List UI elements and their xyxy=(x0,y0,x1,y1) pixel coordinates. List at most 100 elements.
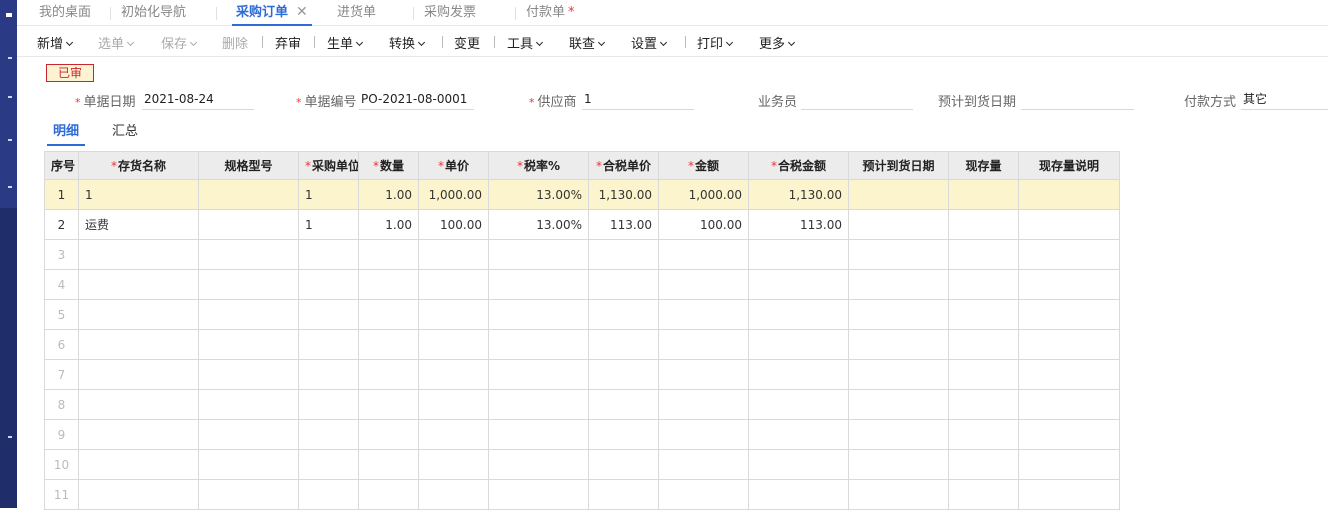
date-field[interactable]: 2021-08-24 xyxy=(142,88,254,110)
cell-price[interactable] xyxy=(418,479,489,510)
table-row[interactable]: 7 xyxy=(44,359,1120,390)
cell-qty[interactable] xyxy=(358,329,419,360)
cell-tax-price[interactable]: 1,130.00 xyxy=(588,179,659,210)
cell-unit[interactable] xyxy=(298,329,359,360)
change-button[interactable]: 变更 xyxy=(454,33,480,52)
cell-arrival[interactable] xyxy=(848,269,949,300)
col-header-unit[interactable]: *采购单位 xyxy=(298,151,359,180)
cell-name[interactable] xyxy=(78,239,199,270)
cell-tax-amount[interactable] xyxy=(748,269,849,300)
cell-stock[interactable] xyxy=(948,269,1019,300)
cell-unit[interactable] xyxy=(298,299,359,330)
new-button[interactable]: 新增 xyxy=(37,33,74,52)
supplier-field[interactable]: 1 xyxy=(582,88,694,110)
cell-tax-price[interactable] xyxy=(588,479,659,510)
cell-spec[interactable] xyxy=(198,419,299,450)
cell-spec[interactable] xyxy=(198,479,299,510)
table-row[interactable]: 2 运费 1 1.00 100.00 13.00% 113.00 100.00 113.00 xyxy=(44,209,1120,240)
sidebar-menu-strip[interactable] xyxy=(0,0,17,208)
cell-tax-rate[interactable]: 13.00% xyxy=(488,179,589,210)
col-header-tax-amount[interactable]: *合税金额 xyxy=(748,151,849,180)
cell-tax-price[interactable] xyxy=(588,359,659,390)
cell-arrival[interactable] xyxy=(848,479,949,510)
cell-tax-amount[interactable] xyxy=(748,389,849,420)
cell-amount[interactable] xyxy=(658,419,749,450)
cell-tax-rate[interactable] xyxy=(488,269,589,300)
cell-arrival[interactable] xyxy=(848,359,949,390)
link-query-button[interactable]: 联查 xyxy=(569,33,606,52)
cell-tax-amount[interactable] xyxy=(748,419,849,450)
cell-amount[interactable] xyxy=(658,299,749,330)
col-header-qty[interactable]: *数量 xyxy=(358,151,419,180)
cell-price[interactable]: 100.00 xyxy=(418,209,489,240)
cell-amount[interactable] xyxy=(658,239,749,270)
cell-stock-note[interactable] xyxy=(1018,179,1120,210)
salesman-field[interactable] xyxy=(801,88,913,110)
cell-stock[interactable] xyxy=(948,449,1019,480)
tab-receipt[interactable]: 进货单 xyxy=(337,0,376,26)
col-header-tax-rate[interactable]: *税率% xyxy=(488,151,589,180)
cell-tax-rate[interactable] xyxy=(488,419,589,450)
tab-payment[interactable]: 付款单 * xyxy=(526,0,575,26)
select-button[interactable]: 选单 xyxy=(98,33,135,52)
col-header-amount[interactable]: *金额 xyxy=(658,151,749,180)
tab-detail[interactable]: 明细 xyxy=(47,120,86,146)
cell-price[interactable] xyxy=(418,329,489,360)
payment-field[interactable]: 其它 xyxy=(1241,88,1328,110)
cell-tax-amount[interactable] xyxy=(748,479,849,510)
table-row[interactable]: 3 xyxy=(44,239,1120,270)
cell-arrival[interactable] xyxy=(848,209,949,240)
cell-tax-amount[interactable] xyxy=(748,239,849,270)
tools-button[interactable]: 工具 xyxy=(507,33,544,52)
cell-tax-price[interactable] xyxy=(588,389,659,420)
cell-name[interactable] xyxy=(78,359,199,390)
delete-button[interactable]: 删除 xyxy=(222,33,248,52)
cell-name[interactable] xyxy=(78,269,199,300)
cell-arrival[interactable] xyxy=(848,239,949,270)
tab-purchase-invoice[interactable]: 采购发票 xyxy=(424,0,476,26)
table-row[interactable]: 10 xyxy=(44,449,1120,480)
cell-name[interactable] xyxy=(78,329,199,360)
cell-price[interactable] xyxy=(418,299,489,330)
cell-amount[interactable]: 100.00 xyxy=(658,209,749,240)
cell-price[interactable] xyxy=(418,419,489,450)
cell-stock-note[interactable] xyxy=(1018,299,1120,330)
cell-tax-rate[interactable] xyxy=(488,479,589,510)
cell-stock-note[interactable] xyxy=(1018,419,1120,450)
col-header-spec[interactable]: 规格型号 xyxy=(198,151,299,180)
cell-stock-note[interactable] xyxy=(1018,359,1120,390)
cell-tax-rate[interactable]: 13.00% xyxy=(488,209,589,240)
sidebar-marker-icon[interactable] xyxy=(8,186,12,188)
cell-tax-rate[interactable] xyxy=(488,299,589,330)
cell-unit[interactable] xyxy=(298,269,359,300)
col-header-tax-price[interactable]: *合税单价 xyxy=(588,151,659,180)
cell-name[interactable]: 运费 xyxy=(78,209,199,240)
tab-purchase-order[interactable]: 采购订单 ✕ xyxy=(232,0,312,26)
number-field[interactable]: PO-2021-08-0001 xyxy=(359,88,474,110)
cell-arrival[interactable] xyxy=(848,329,949,360)
cell-unit[interactable] xyxy=(298,449,359,480)
cell-tax-amount[interactable] xyxy=(748,299,849,330)
table-row[interactable]: 9 xyxy=(44,419,1120,450)
cell-tax-amount[interactable] xyxy=(748,359,849,390)
col-header-price[interactable]: *单价 xyxy=(418,151,489,180)
cell-tax-rate[interactable] xyxy=(488,239,589,270)
table-row[interactable]: 1 1 1 1.00 1,000.00 13.00% 1,130.00 1,000.00 1,1… xyxy=(44,179,1120,210)
cell-stock-note[interactable] xyxy=(1018,389,1120,420)
cell-arrival[interactable] xyxy=(848,449,949,480)
table-row[interactable]: 6 xyxy=(44,329,1120,360)
more-button[interactable]: 更多 xyxy=(759,33,796,52)
cell-spec[interactable] xyxy=(198,389,299,420)
cell-tax-amount[interactable]: 1,130.00 xyxy=(748,179,849,210)
cell-name[interactable] xyxy=(78,389,199,420)
save-button[interactable]: 保存 xyxy=(161,33,198,52)
close-icon[interactable]: ✕ xyxy=(296,4,308,20)
convert-button[interactable]: 转换 xyxy=(389,33,426,52)
tab-desktop[interactable]: 我的桌面 xyxy=(39,0,91,26)
cell-name[interactable] xyxy=(78,479,199,510)
cell-tax-rate[interactable] xyxy=(488,329,589,360)
cell-spec[interactable] xyxy=(198,269,299,300)
cell-unit[interactable] xyxy=(298,419,359,450)
cell-stock[interactable] xyxy=(948,479,1019,510)
cell-qty[interactable] xyxy=(358,269,419,300)
